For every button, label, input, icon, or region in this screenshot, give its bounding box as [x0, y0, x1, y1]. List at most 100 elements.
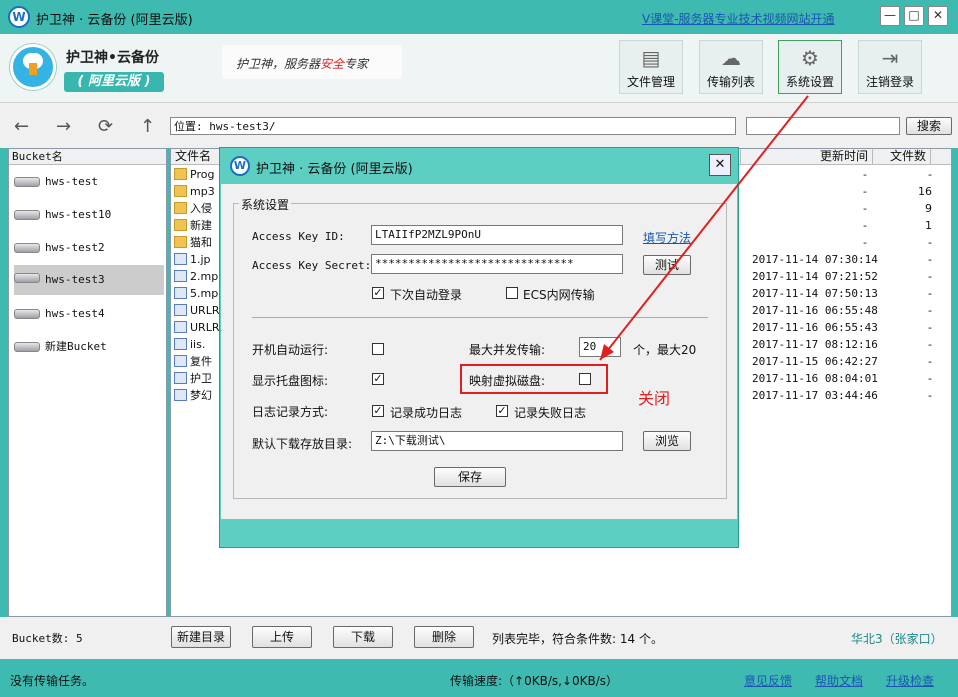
search-input[interactable] — [746, 117, 900, 135]
separator — [252, 317, 708, 318]
file-count: 9 — [925, 202, 932, 215]
file-updated-time: 2017-11-16 08:04:01 — [752, 372, 878, 385]
log-success-checkbox[interactable]: ✓ — [372, 405, 384, 417]
forward-arrow-icon[interactable]: → — [56, 116, 71, 137]
file-row-name[interactable]: 2.mp — [174, 268, 218, 285]
feedback-link[interactable]: 意见反馈 — [744, 672, 792, 689]
dialog-close-button[interactable]: ✕ — [709, 154, 731, 176]
bucket-item-selected[interactable]: hws-test3 — [14, 265, 164, 295]
disk-icon — [14, 273, 40, 283]
slogan-text: 护卫神，服务器 — [236, 57, 321, 71]
annotation-highlight-box — [460, 364, 608, 394]
help-link[interactable]: 帮助文档 — [815, 672, 863, 689]
region-label[interactable]: 华北3（张家口） — [851, 630, 943, 647]
access-key-secret-input[interactable]: ****************************** — [371, 254, 623, 274]
access-key-id-label: Access Key ID: — [252, 230, 345, 243]
tray-icon-checkbox[interactable]: ✓ — [372, 373, 384, 385]
file-row-name[interactable]: 护卫 — [174, 370, 212, 387]
file-name: 梦幻 — [190, 389, 212, 402]
autostart-label: 开机自动运行: — [252, 343, 329, 357]
search-button[interactable]: 搜索 — [906, 117, 952, 135]
bucket-item[interactable]: hws-test10 — [14, 202, 164, 228]
bucket-item[interactable]: hws-test4 — [14, 301, 164, 327]
log-fail-label: 记录失败日志 — [514, 406, 587, 420]
new-directory-button[interactable]: 新建目录 — [171, 626, 231, 648]
access-key-id-input[interactable]: LTAIIfP2MZL9POnU — [371, 225, 623, 245]
upload-button[interactable]: 上传 — [252, 626, 312, 648]
file-count: - — [928, 253, 932, 266]
maximize-button[interactable]: □ — [904, 6, 924, 26]
download-dir-input[interactable]: Z:\下载测试\ — [371, 431, 623, 451]
auto-login-label: 下次自动登录 — [390, 288, 463, 302]
transfer-status: 没有传输任务。 — [10, 674, 95, 688]
file-row-name[interactable]: 复件 — [174, 353, 212, 370]
file-name: URLR — [190, 321, 220, 334]
nav-label: 系统设置 — [785, 75, 834, 89]
cloud-logo-icon — [10, 44, 56, 90]
file-name: mp3 — [190, 185, 215, 198]
refresh-icon[interactable]: ⟳ — [98, 116, 113, 137]
promo-link[interactable]: V课堂-服务器专业技术视频网站开通 — [642, 10, 835, 27]
location-field[interactable]: 位置: hws-test3/ — [170, 117, 736, 135]
browse-button[interactable]: 浏览 — [643, 431, 691, 451]
auto-login-checkbox[interactable]: ✓ — [372, 287, 384, 299]
delete-button[interactable]: 删除 — [414, 626, 474, 648]
dialog-title: 护卫神 · 云备份 (阿里云版) — [256, 162, 413, 177]
new-bucket-label: 新建Bucket — [45, 340, 107, 353]
file-row-name[interactable]: 梦幻 — [174, 387, 212, 404]
file-count: - — [928, 270, 932, 283]
file-name: 入侵 — [190, 202, 212, 215]
file-icon — [174, 355, 187, 367]
file-row-name[interactable]: 1.jp — [174, 251, 211, 268]
test-button[interactable]: 测试 — [643, 255, 691, 275]
file-row-name[interactable]: 5.mp — [174, 285, 218, 302]
file-row-name[interactable]: iis. — [174, 336, 205, 353]
file-row-name[interactable]: 猫和 — [174, 234, 212, 251]
back-arrow-icon[interactable]: ← — [14, 116, 29, 137]
file-updated-empty: - — [863, 202, 867, 215]
cloud-upload-icon: ☁ — [721, 46, 741, 70]
app-name: 护卫神•云备份 — [66, 50, 159, 66]
file-row-name[interactable]: 入侵 — [174, 200, 212, 217]
minimize-button[interactable]: — — [880, 6, 900, 26]
up-arrow-icon[interactable]: ↑ — [140, 116, 155, 137]
app-icon: W — [8, 6, 30, 28]
logout-icon: ⇥ — [881, 46, 899, 70]
bucket-item[interactable]: hws-test — [14, 169, 164, 195]
howto-link[interactable]: 填写方法 — [643, 229, 691, 246]
column-header-updated[interactable]: 更新时间 — [741, 149, 873, 165]
autostart-checkbox[interactable] — [372, 343, 384, 355]
column-header-count[interactable]: 文件数 — [873, 149, 931, 165]
list-status: 列表完毕，符合条件数: 14 个。 — [492, 632, 663, 646]
save-button[interactable]: 保存 — [434, 467, 506, 487]
file-updated-empty: - — [863, 168, 867, 181]
download-button[interactable]: 下载 — [333, 626, 393, 648]
bucket-item[interactable]: hws-test2 — [14, 235, 164, 261]
file-row-name[interactable]: 新建 — [174, 217, 212, 234]
close-button[interactable]: ✕ — [928, 6, 948, 26]
file-row-name[interactable]: Prog — [174, 166, 214, 183]
ecs-intranet-checkbox[interactable] — [506, 287, 518, 299]
bucket-label: hws-test10 — [45, 208, 112, 221]
file-count: 16 — [918, 185, 932, 198]
file-row-name[interactable]: URLR — [174, 302, 219, 319]
max-concurrent-input[interactable]: 20 — [579, 337, 621, 357]
log-fail-checkbox[interactable]: ✓ — [496, 405, 508, 417]
file-row-name[interactable]: URLR — [174, 319, 219, 336]
nav-system-settings[interactable]: ⚙ 系统设置 — [778, 40, 842, 94]
nav-file-manager[interactable]: ▤ 文件管理 — [619, 40, 683, 94]
new-bucket-item[interactable]: 新建Bucket — [14, 334, 164, 360]
bucket-count: Bucket数: 5 — [12, 632, 83, 645]
bucket-label: hws-test2 — [45, 241, 105, 254]
file-count: - — [928, 168, 932, 181]
nav-transfer-list[interactable]: ☁ 传输列表 — [699, 40, 763, 94]
file-updated-empty: - — [863, 185, 867, 198]
file-updated-empty: - — [863, 236, 867, 249]
window-title: 护卫神 · 云备份 (阿里云版) — [36, 13, 193, 28]
update-check-link[interactable]: 升级检查 — [886, 672, 934, 689]
nav-logout[interactable]: ⇥ 注销登录 — [858, 40, 922, 94]
slogan-text-end: 专家 — [344, 57, 369, 71]
file-row-name[interactable]: mp3 — [174, 183, 215, 200]
file-count: - — [928, 389, 932, 402]
file-icon — [174, 253, 187, 265]
